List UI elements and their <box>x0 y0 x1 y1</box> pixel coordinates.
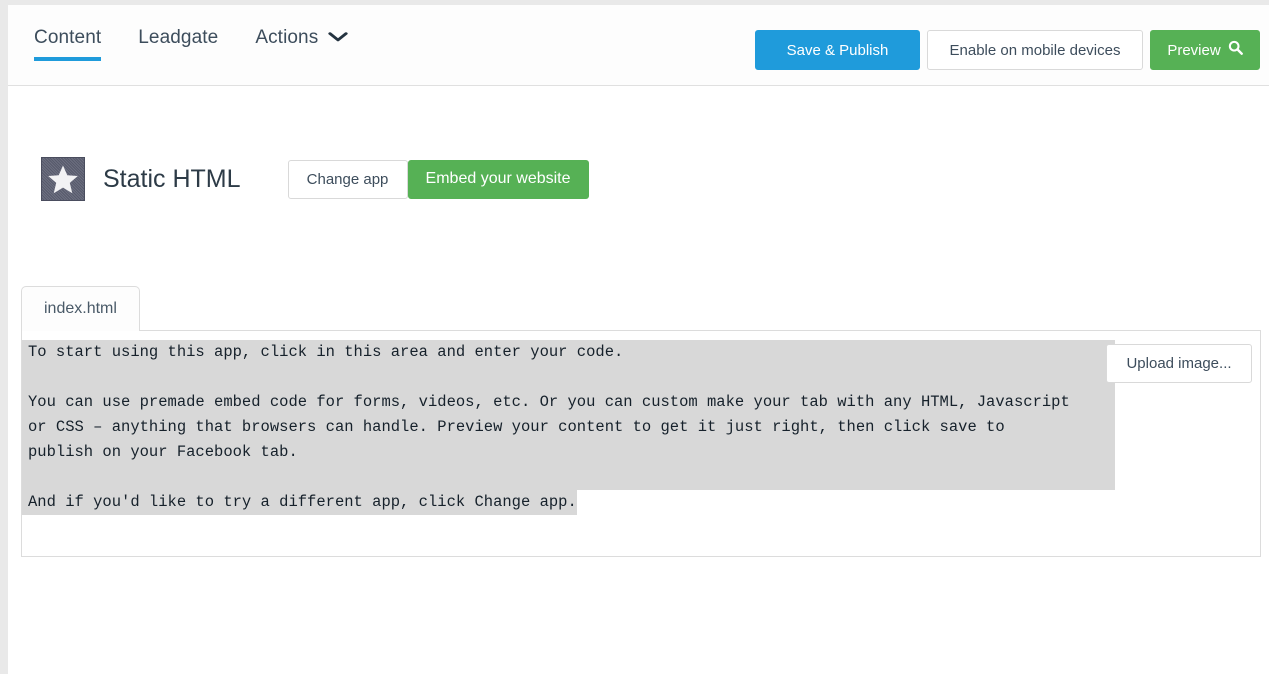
change-app-label: Change app <box>306 170 389 188</box>
embed-your-website-label: Embed your website <box>425 170 571 187</box>
file-tab-index-html[interactable]: index.html <box>21 286 140 331</box>
code-line: or CSS – anything that browsers can hand… <box>22 415 1260 440</box>
embed-your-website-button[interactable]: Embed your website <box>407 159 589 199</box>
code-line: And if you'd like to try a different app… <box>22 490 1260 515</box>
nav-tab-content-label: Content <box>34 27 102 48</box>
nav-tab-leadgate[interactable]: Leadgate <box>138 27 218 61</box>
code-editor-panel: index.html To start using this app, clic… <box>21 286 1261 557</box>
page-background: Content Leadgate Actions Save & Publish … <box>0 0 1269 674</box>
chevron-down-icon <box>328 29 348 46</box>
search-icon <box>1228 40 1243 60</box>
code-line-text: You can use premade embed code for forms… <box>22 390 1115 415</box>
nav-tab-content[interactable]: Content <box>34 27 102 61</box>
app-title: Static HTML <box>103 164 241 193</box>
page-content: Content Leadgate Actions Save & Publish … <box>8 5 1269 674</box>
nav-tab-list: Content Leadgate Actions <box>34 27 383 61</box>
toolbar-actions: Save & Publish Enable on mobile devices … <box>755 30 1260 70</box>
code-editor-content[interactable]: To start using this app, click in this a… <box>22 340 1260 515</box>
top-navigation-bar: Content Leadgate Actions Save & Publish … <box>8 5 1269 86</box>
file-tab-index-html-label: index.html <box>44 300 117 317</box>
preview-button[interactable]: Preview <box>1150 30 1260 70</box>
code-line <box>22 365 1260 390</box>
file-tab-list: index.html <box>21 286 1261 331</box>
enable-on-mobile-devices-label: Enable on mobile devices <box>949 41 1121 59</box>
enable-on-mobile-devices-button[interactable]: Enable on mobile devices <box>927 30 1143 70</box>
code-editor-body[interactable]: To start using this app, click in this a… <box>21 330 1261 557</box>
nav-tab-actions-label: Actions <box>255 27 319 48</box>
upload-image-button[interactable]: Upload image... <box>1106 344 1252 383</box>
nav-tab-leadgate-label: Leadgate <box>138 27 219 48</box>
code-line-text: publish on your Facebook tab. <box>22 440 1115 465</box>
code-line <box>22 465 1260 490</box>
code-line-text <box>22 465 1115 490</box>
app-header-row: Static HTML Change app Embed your websit… <box>41 157 589 201</box>
code-line: publish on your Facebook tab. <box>22 440 1260 465</box>
code-line-text <box>22 365 1115 390</box>
change-app-button[interactable]: Change app <box>287 159 408 199</box>
save-and-publish-button[interactable]: Save & Publish <box>755 30 920 70</box>
star-icon <box>41 157 85 201</box>
code-line-text: or CSS – anything that browsers can hand… <box>22 415 1115 440</box>
preview-label: Preview <box>1167 41 1221 59</box>
upload-image-label: Upload image... <box>1126 355 1232 372</box>
nav-tab-actions[interactable]: Actions <box>255 27 348 61</box>
code-line: You can use premade embed code for forms… <box>22 390 1260 415</box>
save-and-publish-label: Save & Publish <box>786 41 889 59</box>
code-line: To start using this app, click in this a… <box>22 340 1260 365</box>
nav-active-underline <box>34 57 102 61</box>
code-line-text: And if you'd like to try a different app… <box>22 490 577 515</box>
code-line-text: To start using this app, click in this a… <box>22 340 1115 365</box>
